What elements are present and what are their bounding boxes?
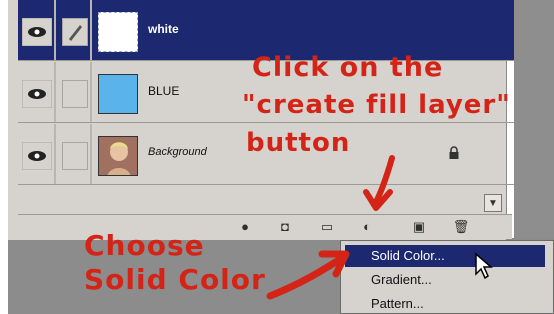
annotation-arrows — [266, 155, 395, 300]
screenshot-stage: white BLUE Background ▼ ● ◘ ▭ ◐ ▣ 🗑 Soli… — [0, 0, 554, 314]
